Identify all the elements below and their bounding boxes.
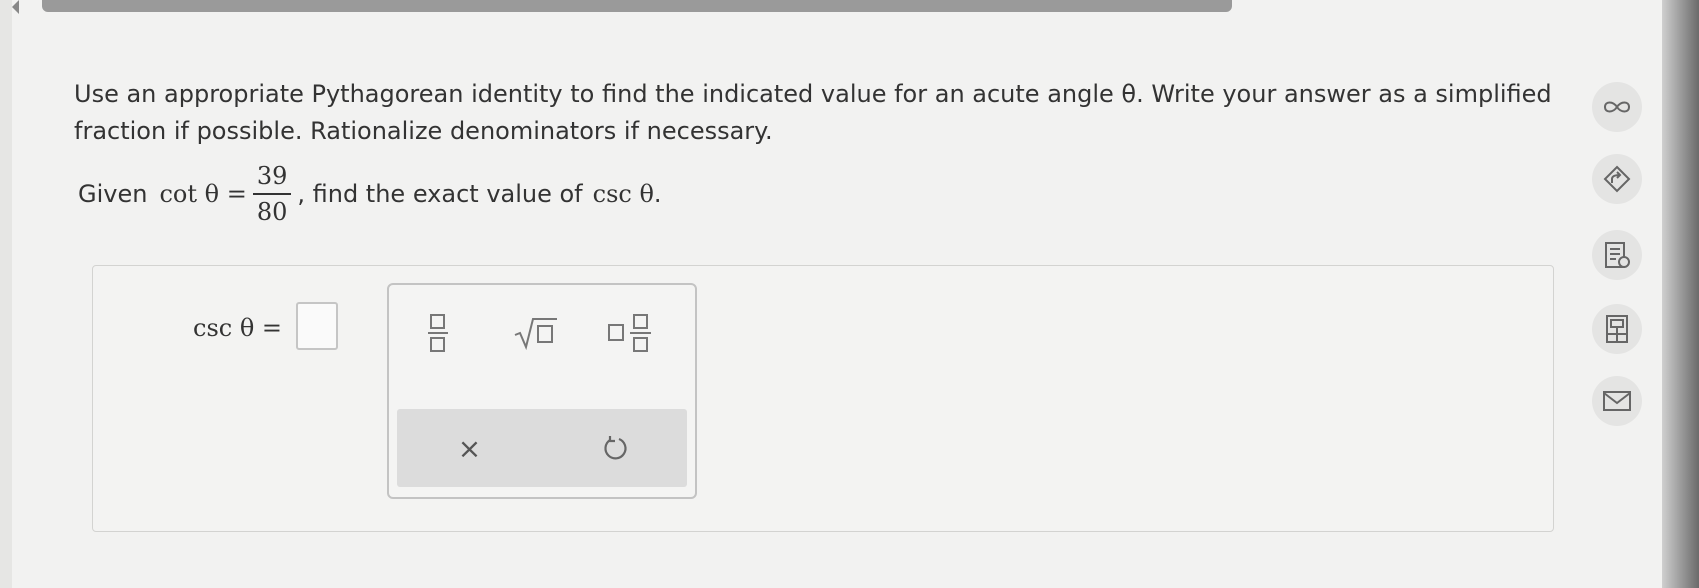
answer-label: csc θ = (193, 314, 283, 342)
given-statement: Given cot θ = 39 80 , find the exact val… (78, 154, 662, 234)
fraction-icon (428, 314, 448, 352)
clear-button[interactable]: × (397, 409, 542, 487)
share-icon (1603, 165, 1631, 193)
top-scrollbar[interactable] (42, 0, 1232, 12)
instructions-text: Use an appropriate Pythagorean identity … (74, 80, 1552, 145)
given-fraction: 39 80 (252, 161, 292, 227)
calculator-button[interactable] (1592, 304, 1642, 354)
infinity-icon (1603, 101, 1631, 113)
page: Use an appropriate Pythagorean identity … (12, 0, 1662, 588)
given-function: cot θ = (159, 180, 247, 208)
window-edge (1662, 0, 1699, 588)
template-row (389, 285, 695, 385)
given-target: csc θ (592, 180, 654, 208)
answer-input[interactable] (296, 302, 338, 350)
given-suffix: , find the exact value of (297, 180, 583, 208)
undo-button[interactable] (542, 409, 687, 487)
given-numerator: 39 (252, 161, 292, 195)
math-toolbar: × (387, 283, 697, 499)
close-icon: × (457, 431, 482, 465)
notes-button[interactable] (1592, 230, 1642, 280)
mail-button[interactable] (1592, 376, 1642, 426)
mail-icon (1603, 391, 1631, 411)
given-period: . (653, 180, 662, 208)
given-denominator: 80 (256, 198, 288, 226)
back-arrow-icon[interactable] (12, 0, 19, 14)
share-button[interactable] (1592, 154, 1642, 204)
square-root-icon (514, 318, 557, 351)
notes-icon (1605, 242, 1630, 268)
square-root-button[interactable] (511, 303, 561, 363)
calculator-icon (1606, 315, 1628, 343)
mixed-number-button[interactable] (605, 303, 661, 363)
undo-icon (603, 436, 627, 460)
given-prefix: Given (78, 180, 148, 208)
mixed-number-icon (608, 314, 651, 352)
fraction-button[interactable] (423, 303, 453, 363)
action-row: × (397, 409, 687, 487)
infinity-button[interactable] (1592, 82, 1642, 132)
answer-panel: csc θ = × (92, 265, 1554, 532)
